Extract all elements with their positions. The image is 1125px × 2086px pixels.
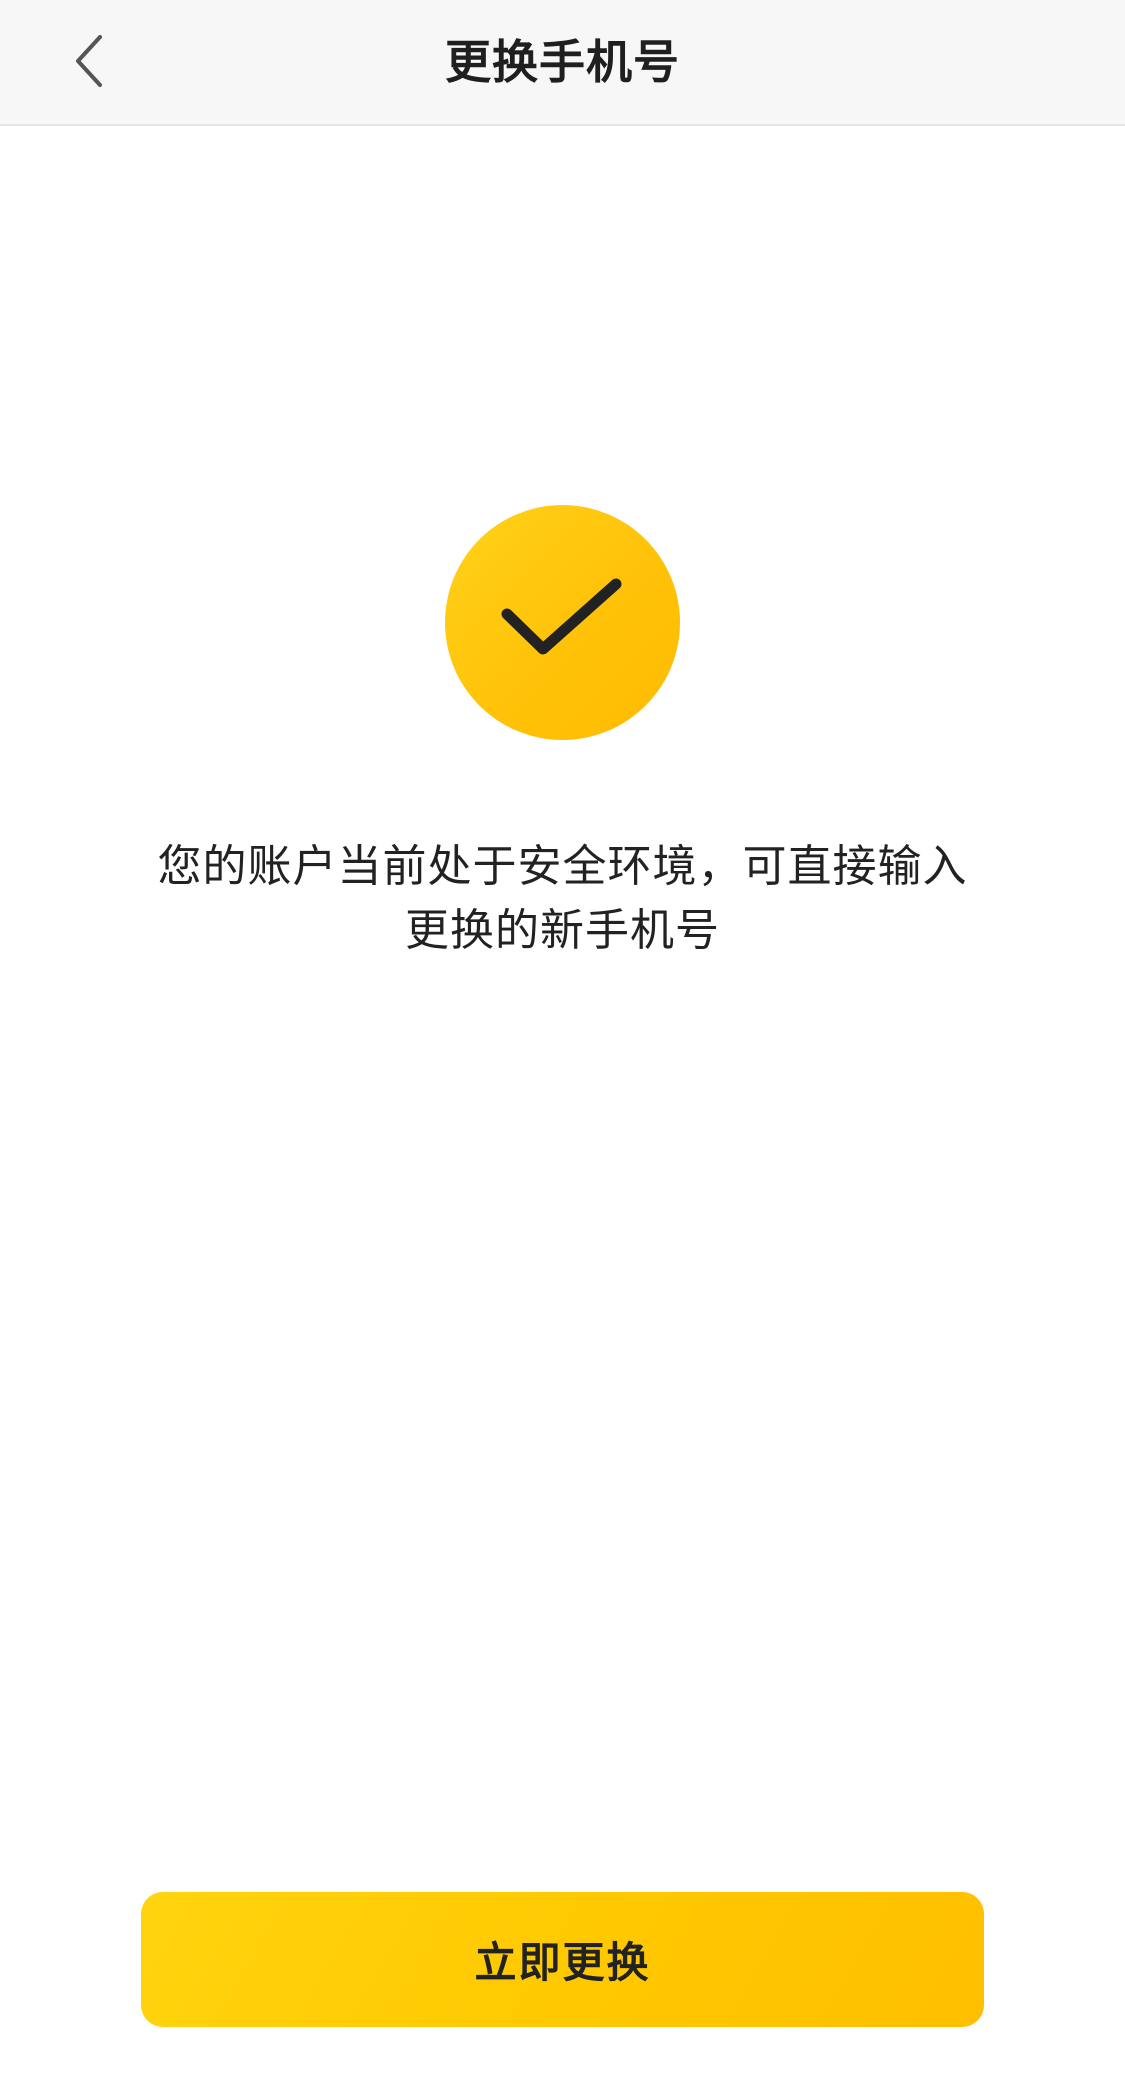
checkmark-icon xyxy=(498,571,628,675)
change-now-button[interactable]: 立即更换 xyxy=(141,1892,984,2027)
success-badge xyxy=(445,505,680,740)
status-message-line-1: 您的账户当前处于安全环境，可直接输入 xyxy=(157,841,968,892)
navigation-bar: 更换手机号 xyxy=(0,0,1125,126)
page-title: 更换手机号 xyxy=(445,35,680,89)
status-message: 您的账户当前处于安全环境，可直接输入 更换的新手机号 xyxy=(140,835,985,963)
status-message-line-2: 更换的新手机号 xyxy=(405,905,720,956)
